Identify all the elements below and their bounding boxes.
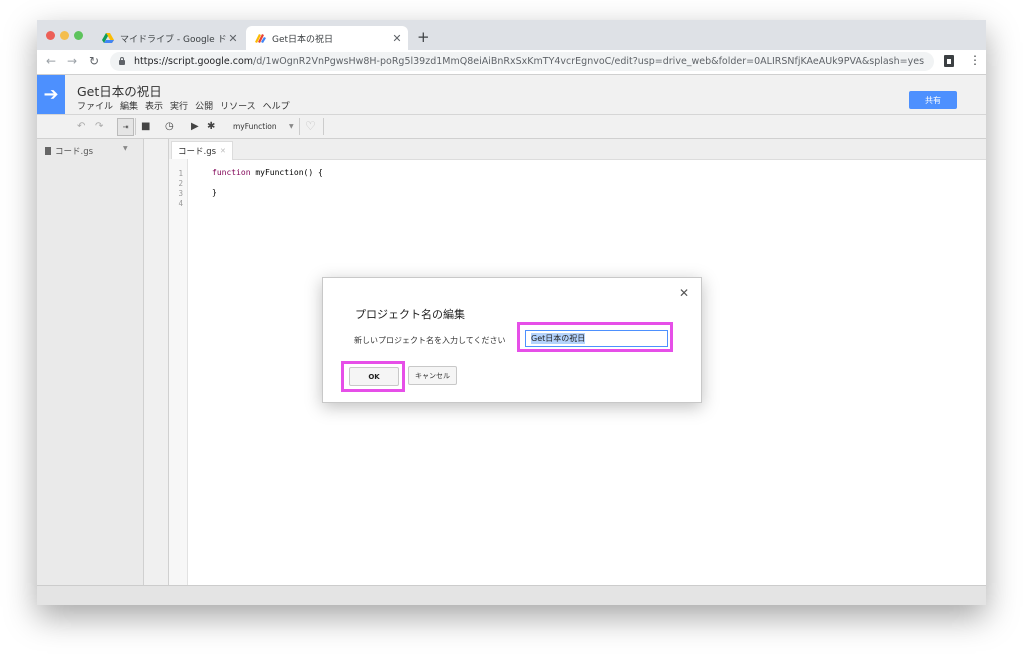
ok-button[interactable]: OK [349, 367, 399, 386]
close-icon[interactable]: ✕ [679, 286, 689, 300]
dialog-overlay: ✕ プロジェクト名の編集 新しいプロジェクト名を入力してください Get日本の祝… [0, 0, 1024, 659]
project-name-value: Get日本の祝日 [531, 333, 586, 344]
cancel-button[interactable]: キャンセル [408, 366, 457, 385]
dialog-title: プロジェクト名の編集 [355, 308, 465, 321]
dialog-prompt: 新しいプロジェクト名を入力してください [354, 336, 506, 345]
project-name-input[interactable]: Get日本の祝日 [525, 330, 668, 347]
rename-project-dialog: ✕ プロジェクト名の編集 新しいプロジェクト名を入力してください Get日本の祝… [322, 277, 702, 403]
